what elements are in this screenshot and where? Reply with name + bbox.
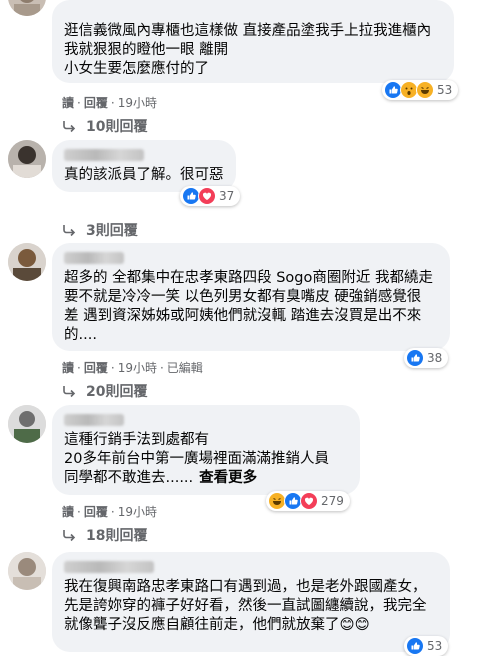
commenter-name-redacted[interactable] [64,414,124,426]
replies-count-label: 3則回覆 [86,223,138,239]
love-icon [198,187,216,205]
comment-text-line: 小女生要怎麼應付的了 [64,61,209,77]
comment-text-line: 要不就是冷冷一笑 以色列男女都有臭嘴皮 硬強銷感覺很 [64,289,422,305]
comment-text-line: 先是誇妳穿的褲子好好看，然後一直試圖纏續說，我完全 [64,598,427,614]
avatar[interactable] [8,0,46,16]
reaction-count: 38 [427,351,443,365]
comment-text-line: 20多年前台中第一廣場裡面滿滿推銷人員 [64,451,329,467]
comment-text-line: 逛信義微風內專櫃也這樣做 直接產品塗我手上拉我進櫃內 [64,23,432,39]
love-icon [300,492,318,510]
replies-count-label: 18則回覆 [86,528,148,544]
comment-text-line: 差 遇到資深姊姊或阿姨他們就沒輒 踏進去沒買是出不來 [64,308,422,324]
haha-icon [416,81,434,99]
reaction-summary[interactable]: 53 [404,636,449,656]
view-replies-button[interactable]: 3則回覆 [62,220,138,240]
avatar[interactable] [8,243,46,281]
comment-bubble: 逛信義微風內專櫃也這樣做 直接產品塗我手上拉我進櫃內 我就狠狠的瞪他一眼 離開 … [52,0,454,83]
reaction-count: 279 [321,494,344,508]
comment-text-line: 就像聾子沒反應自顧往前走，他們就放棄了😊😊 [64,617,370,633]
reply-arrow-icon [63,225,76,237]
comment-text-line: 我在復興南路忠孝東路口有遇到過，也是老外跟國產女， [64,579,427,595]
comment-actions: 讀 · 回覆 · 19小時 · 已編輯 [62,361,203,375]
commenter-name-redacted[interactable] [64,149,144,161]
comment-text-line: 同學都不敢進去...... [64,470,194,486]
like-action[interactable]: 讀 [62,361,74,375]
like-icon [406,349,424,367]
view-replies-button[interactable]: 20則回覆 [62,381,147,401]
like-action[interactable]: 讀 [62,505,74,519]
reply-action[interactable]: 回覆 [84,96,108,110]
like-action[interactable]: 讀 [62,96,74,110]
replies-count-label: 20則回覆 [86,384,148,400]
comment-bubble: 我在復興南路忠孝東路口有遇到過，也是老外跟國產女， 先是誇妳穿的褲子好好看，然後… [52,552,450,652]
reaction-summary[interactable]: 279 [266,491,350,511]
commenter-name-redacted[interactable] [64,561,154,573]
like-icon [406,637,424,655]
view-replies-button[interactable]: 10則回覆 [62,116,147,136]
reply-action[interactable]: 回覆 [84,505,108,519]
view-replies-button[interactable]: 18則回覆 [62,525,147,545]
reply-arrow-icon [63,530,76,542]
see-more-link[interactable]: 查看更多 [199,470,257,486]
avatar[interactable] [8,140,46,178]
timestamp[interactable]: 19小時 [118,96,157,110]
comment-text-line: 真的該派員了解。很可惡 [64,167,224,183]
reply-arrow-icon [63,121,76,133]
timestamp[interactable]: 19小時 [118,361,157,375]
commenter-name-redacted[interactable] [64,252,124,264]
comment-bubble: 這種行銷手法到處都有 20多年前台中第一廣場裡面滿滿推銷人員 同學都不敢進去..… [52,405,360,495]
edited-label: 已編輯 [166,361,203,375]
comment-text-line: 這種行銷手法到處都有 [64,432,209,448]
timestamp[interactable]: 19小時 [118,505,157,519]
reaction-summary[interactable]: 53 [382,80,459,100]
replies-count-label: 10則回覆 [86,119,148,135]
reaction-count: 37 [219,189,235,203]
reaction-summary[interactable]: 38 [404,348,449,368]
comment-text-line: 我就狠狠的瞪他一眼 離開 [64,42,229,58]
comment-text-line: 超多的 全都集中在忠孝東路四段 Sogo商圈附近 我都繞走 [64,270,433,286]
avatar[interactable] [8,552,46,590]
comment-actions: 讀 · 回覆 · 19小時 [62,96,157,110]
comment-text-line: 的.... [64,327,97,343]
comment-bubble: 超多的 全都集中在忠孝東路四段 Sogo商圈附近 我都繞走 要不就是冷冷一笑 以… [52,243,450,351]
comment-actions: 讀 · 回覆 · 19小時 [62,505,157,519]
comment-bubble: 真的該派員了解。很可惡 [52,140,236,192]
reaction-count: 53 [437,83,453,97]
reaction-summary[interactable]: 37 [180,186,241,206]
reaction-count: 53 [427,639,443,653]
reply-action[interactable]: 回覆 [84,361,108,375]
avatar[interactable] [8,405,46,443]
reply-arrow-icon [63,386,76,398]
